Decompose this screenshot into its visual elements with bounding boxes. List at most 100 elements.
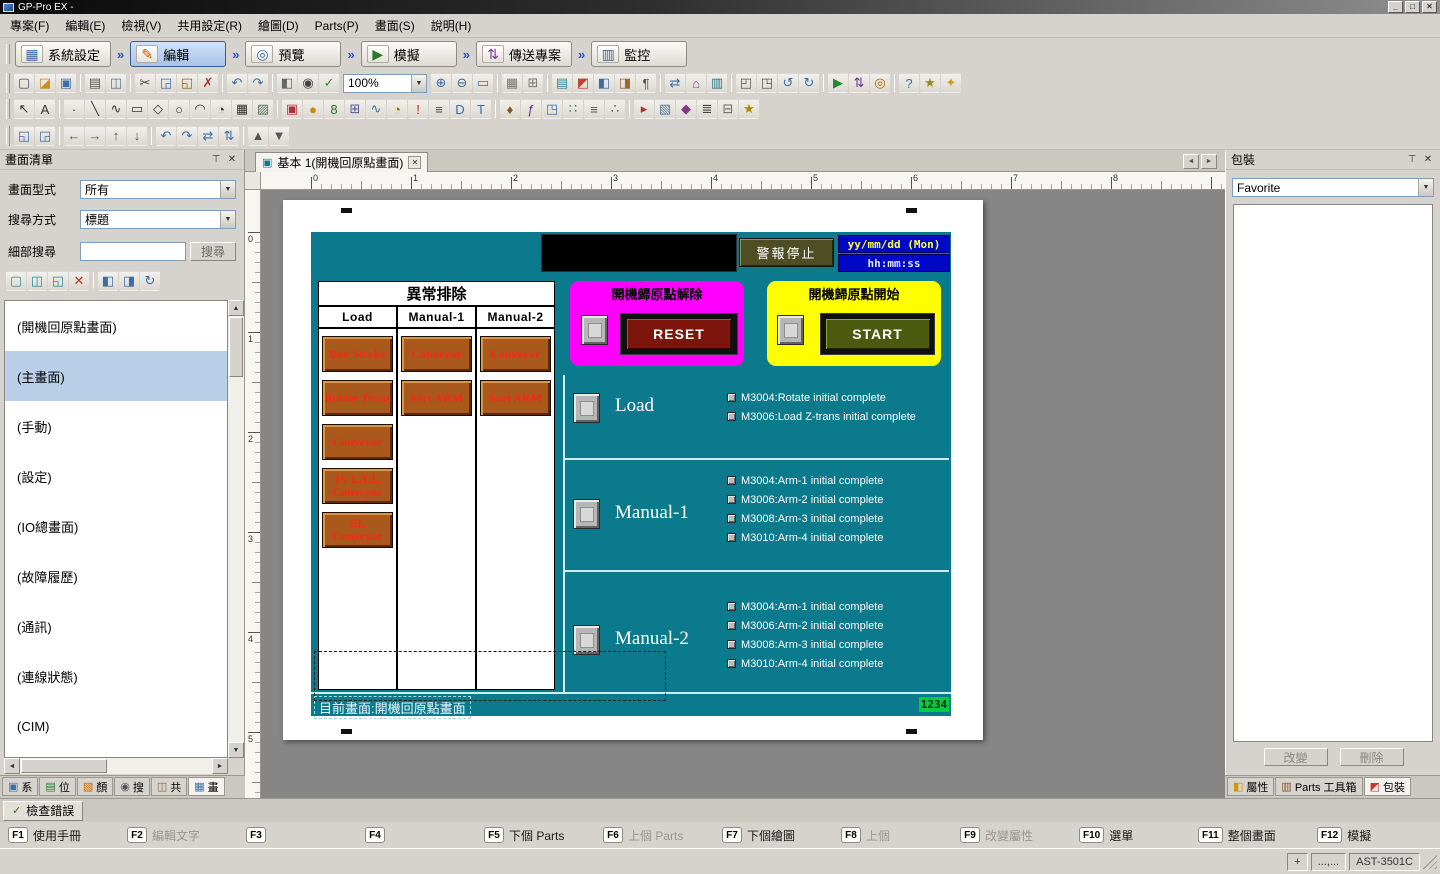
hmi-switch-sort-arm[interactable]: Sort ARM (480, 380, 551, 416)
screen-list-item[interactable]: (IO總畫面) (5, 501, 227, 551)
right-dock-tab-0[interactable]: ◧屬性 (1227, 777, 1274, 796)
scrollbar-thumb[interactable] (21, 759, 107, 773)
right-dock-tab-2[interactable]: ◩包裝 (1364, 777, 1411, 796)
favorites-icon[interactable]: ★ (920, 73, 940, 93)
package-list[interactable] (1233, 204, 1433, 742)
resize-grip[interactable] (1423, 855, 1437, 869)
delete-button[interactable]: 刪除 (1340, 748, 1404, 766)
close-tab-icon[interactable]: ✕ (408, 156, 421, 169)
main-toolbar-button-1[interactable]: ✎編輯 (130, 41, 226, 67)
lamp-part-icon[interactable]: ● (303, 99, 323, 119)
redo-icon[interactable]: ↷ (248, 73, 268, 93)
close-icon[interactable]: ✕ (225, 153, 239, 167)
send-to-back-icon[interactable]: ▼ (269, 126, 289, 146)
parts-toolbox-window-icon[interactable]: ◨ (615, 73, 635, 93)
scrollbar-track[interactable] (228, 378, 244, 742)
ungroup-icon[interactable]: ◲ (35, 126, 55, 146)
alarm-part-icon[interactable]: ! (408, 99, 428, 119)
zoom-in-icon[interactable]: ⊕ (431, 73, 451, 93)
toolbar-grip[interactable] (6, 126, 10, 146)
screen-list-item[interactable]: (CIM) (5, 701, 227, 751)
copy-screen-icon[interactable]: ◫ (27, 271, 47, 291)
hmi-switch-sort-arm[interactable]: Sort ARM (401, 380, 472, 416)
special-switch-part-icon[interactable]: ◆ (676, 99, 696, 119)
hmi-momentary-button[interactable] (573, 499, 600, 529)
rotate-right-icon[interactable]: ↻ (799, 73, 819, 93)
monitor-mode-icon[interactable]: ◎ (870, 73, 890, 93)
hmi-screen[interactable]: 警報停止 yy/mm/dd (Mon) hh:mm:ss 異常排除 LoadBo… (311, 232, 951, 716)
hmi-switch-rotate-trans[interactable]: Rotate Trans (322, 380, 393, 416)
movie-part-icon[interactable]: ▸ (634, 99, 654, 119)
search-button[interactable]: 搜尋 (190, 242, 236, 261)
hmi-switch-conveyor[interactable]: Conveyor (480, 336, 551, 372)
menu-item-6[interactable]: 畫面(S) (367, 13, 423, 38)
security-part-icon[interactable]: ♦ (500, 99, 520, 119)
logging-part-icon[interactable]: ≡ (584, 99, 604, 119)
check-error-icon[interactable]: ✓ (319, 73, 339, 93)
zoom-level-select[interactable]: 100% ▼ (343, 74, 427, 93)
hmi-momentary-button[interactable] (573, 393, 600, 423)
close-button[interactable]: ✕ (1422, 1, 1437, 13)
screen-attribute-icon[interactable]: ◨ (119, 271, 139, 291)
screen-list-item[interactable]: (手動) (5, 401, 227, 451)
left-dock-tab-1[interactable]: ▤位 (39, 777, 75, 796)
fn-key-f11[interactable]: F11整個畫面 (1198, 827, 1317, 844)
menu-item-4[interactable]: 繪圖(D) (250, 13, 307, 38)
screen-list-item[interactable]: (開機回原點畫面) (5, 301, 227, 351)
pin-icon[interactable]: ⊤ (209, 153, 223, 167)
left-dock-tab-5[interactable]: ▦畫 (188, 777, 224, 796)
toolbar-grip[interactable] (6, 44, 10, 64)
tab-scroll-left-icon[interactable]: ◄ (1183, 154, 1199, 169)
fn-key-f10[interactable]: F10選單 (1079, 827, 1198, 844)
menu-item-3[interactable]: 共用設定(R) (169, 13, 250, 38)
screen-preview-icon[interactable]: ◧ (98, 271, 118, 291)
time-display-part-icon[interactable]: T (471, 99, 491, 119)
scroll-left-icon[interactable]: ◄ (4, 758, 20, 774)
device-monitor-icon[interactable]: ▥ (707, 73, 727, 93)
hmi-momentary-button[interactable] (777, 315, 804, 345)
meter-part-icon[interactable]: ◔ (387, 99, 407, 119)
fn-key-f8[interactable]: F8上個 (841, 827, 960, 844)
hmi-date-display[interactable]: yy/mm/dd (Mon) (838, 235, 950, 253)
save-project-icon[interactable]: ▣ (56, 73, 76, 93)
left-dock-tab-3[interactable]: ◉搜 (114, 777, 150, 796)
toolbar-grip[interactable] (6, 99, 10, 119)
screen-list-horizontal-scrollbar[interactable]: ◄ ► (4, 758, 228, 774)
right-dock-tab-1[interactable]: ▥Parts 工具箱 (1275, 777, 1362, 796)
screen-list-item[interactable]: (故障履歷) (5, 551, 227, 601)
switch-part-icon[interactable]: ▣ (282, 99, 302, 119)
hmi-momentary-button[interactable] (581, 315, 608, 345)
delete-screen-icon[interactable]: ✕ (69, 271, 89, 291)
scroll-up-icon[interactable]: ▲ (228, 300, 244, 316)
print-icon[interactable]: ▤ (85, 73, 105, 93)
bring-to-front-icon[interactable]: ▲ (248, 126, 268, 146)
arc-tool-icon[interactable]: ◠ (190, 99, 210, 119)
text-tool-icon[interactable]: A (35, 99, 55, 119)
pie-tool-icon[interactable]: ◔ (211, 99, 231, 119)
hmi-abnormal-panel[interactable]: 異常排除 LoadBox StrokeRotate TransConveyorI… (318, 281, 555, 690)
fn-key-f9[interactable]: F9改變屬性 (960, 827, 1079, 844)
hmi-switch-box-stroke[interactable]: Box Stroke (322, 336, 393, 372)
recipe-part-icon[interactable]: ∷ (563, 99, 583, 119)
detail-search-input[interactable] (80, 242, 186, 261)
screen-list-item[interactable]: (主畫面) (5, 351, 227, 401)
left-dock-tab-2[interactable]: ▧顏 (77, 777, 113, 796)
flip-vertical-icon[interactable]: ⇅ (219, 126, 239, 146)
rect-tool-icon[interactable]: ▭ (127, 99, 147, 119)
polyline-tool-icon[interactable]: ∿ (106, 99, 126, 119)
cut-icon[interactable]: ✂ (135, 73, 155, 93)
message-display-part-icon[interactable]: ≡ (429, 99, 449, 119)
hmi-numeric-display[interactable]: 1234 (919, 697, 949, 712)
chevron-down-icon[interactable]: ▼ (411, 75, 426, 92)
date-display-part-icon[interactable]: D (450, 99, 470, 119)
address-block-icon[interactable]: ⌂ (686, 73, 706, 93)
simulation-run-icon[interactable]: ▶ (828, 73, 848, 93)
workspace[interactable]: 警報停止 yy/mm/dd (Mon) hh:mm:ss 異常排除 LoadBo… (261, 190, 1225, 798)
comment-list-icon[interactable]: ¶ (636, 73, 656, 93)
zoom-out-icon[interactable]: ⊖ (452, 73, 472, 93)
fn-key-f4[interactable]: F4 (365, 827, 484, 843)
table-tool-icon[interactable]: ▦ (232, 99, 252, 119)
maximize-button[interactable]: □ (1405, 1, 1420, 13)
keypad-part-icon[interactable]: ⊞ (345, 99, 365, 119)
toolbar-grip[interactable] (6, 73, 10, 93)
